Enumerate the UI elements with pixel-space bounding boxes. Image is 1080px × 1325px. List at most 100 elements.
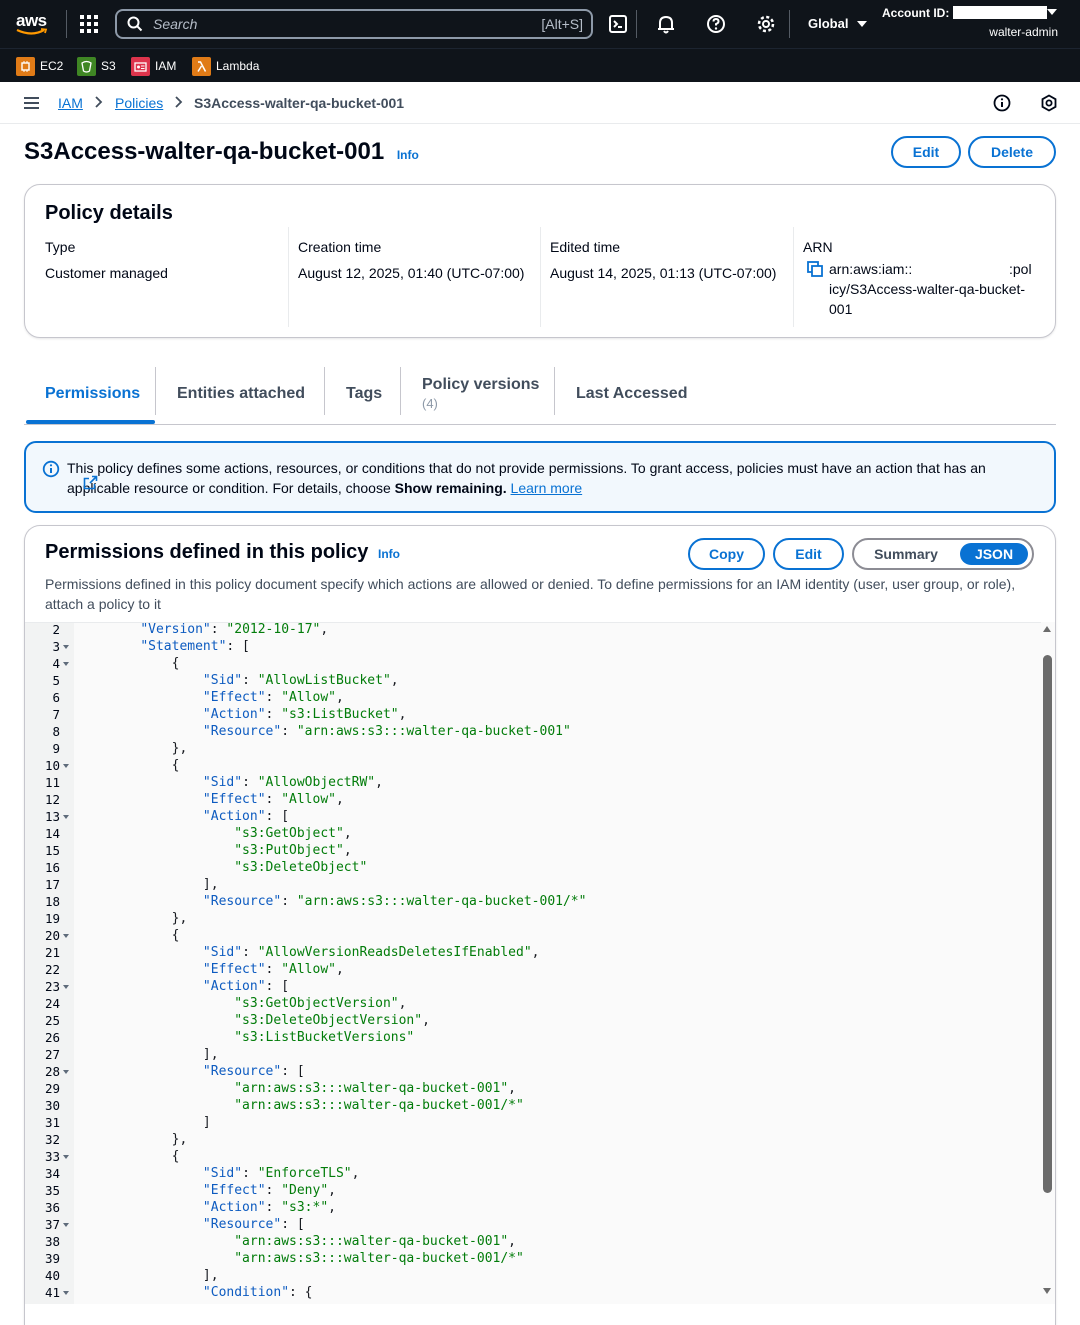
line-number: 37	[44, 1217, 60, 1232]
fold-caret-icon[interactable]	[63, 814, 69, 820]
fold-caret-icon[interactable]	[63, 1154, 69, 1160]
search-placeholder: Search	[153, 16, 198, 32]
tab-label: Policy versions	[422, 376, 540, 393]
breadcrumb-bar: IAM Policies S3Access-walter-qa-bucket-0…	[0, 82, 1080, 124]
view-mode-toggle: Summary JSON	[852, 538, 1034, 570]
favorite-ec2[interactable]: EC2	[16, 56, 63, 76]
region-selector[interactable]: Global	[808, 16, 868, 31]
settings-gear-icon[interactable]	[755, 13, 777, 35]
fold-caret-icon[interactable]	[63, 984, 69, 990]
code-text: "Sid": "AllowListBucket",	[202, 673, 399, 688]
code-text: "Effect": "Allow",	[202, 792, 344, 807]
line-number: 17	[44, 877, 60, 892]
search-box[interactable]: Search [Alt+S]	[115, 9, 593, 39]
line-number: 18	[44, 894, 60, 909]
detail-arn: ARN arn:aws:iam:: :pol icy/S3Access-walt…	[803, 227, 1038, 327]
line-number: 28	[44, 1064, 60, 1079]
arn-suffix: :pol	[1009, 261, 1032, 277]
line-number: 14	[44, 826, 60, 841]
code-text: {	[109, 758, 180, 773]
username[interactable]: walter-admin	[989, 25, 1058, 39]
line-number: 16	[44, 860, 60, 875]
favorite-lambda[interactable]: Lambda	[192, 56, 259, 76]
summary-view-option[interactable]: Summary	[860, 543, 952, 565]
copy-button[interactable]: Copy	[688, 538, 765, 570]
fold-caret-icon[interactable]	[63, 933, 69, 939]
tab-entities-attached[interactable]: Entities attached	[177, 363, 305, 424]
code-text: "s3:ListBucketVersions"	[234, 1030, 415, 1045]
json-view-option[interactable]: JSON	[960, 543, 1028, 565]
line-number: 32	[44, 1132, 60, 1147]
tab-permissions[interactable]: Permissions	[45, 363, 140, 424]
code-line: 12 "Effect": "Allow",	[25, 792, 1035, 809]
code-line: 21 "Sid": "AllowVersionReadsDeletesIfEna…	[25, 945, 1035, 962]
tab-tags[interactable]: Tags	[346, 363, 382, 424]
line-number: 11	[44, 775, 60, 790]
page-title: S3Access-walter-qa-bucket-001 Info	[24, 138, 419, 166]
fold-caret-icon[interactable]	[63, 661, 69, 667]
line-number: 19	[44, 911, 60, 926]
code-text: "Resource": "arn:aws:s3:::walter-qa-buck…	[202, 894, 587, 909]
line-number: 38	[44, 1234, 60, 1249]
security-hexagon-icon[interactable]	[1040, 94, 1058, 112]
code-text: ],	[109, 1268, 219, 1283]
notifications-bell-icon[interactable]	[655, 13, 677, 35]
code-text: {	[109, 928, 180, 943]
aws-logo[interactable]: aws	[16, 9, 50, 39]
services-menu-icon[interactable]	[80, 15, 98, 33]
code-text: "Effect": "Allow",	[202, 690, 344, 705]
nav-divider	[636, 10, 637, 38]
fold-caret-icon[interactable]	[63, 1069, 69, 1075]
favorite-s3[interactable]: S3	[77, 56, 116, 76]
line-number: 41	[44, 1285, 60, 1300]
scroll-down-arrow-icon[interactable]	[1043, 1288, 1051, 1294]
fold-caret-icon[interactable]	[63, 763, 69, 769]
line-number: 7	[52, 707, 60, 722]
breadcrumb-iam[interactable]: IAM	[58, 95, 83, 111]
learn-more-link[interactable]: Learn more	[511, 480, 583, 496]
code-text: "Sid": "AllowObjectRW",	[202, 775, 383, 790]
delete-policy-button[interactable]: Delete	[968, 136, 1056, 168]
breadcrumb-policies[interactable]: Policies	[115, 95, 163, 111]
caret-down-icon[interactable]	[1047, 9, 1057, 16]
arn-line: icy/S3Access-walter-qa-bucket-	[829, 281, 1026, 297]
editor-scrollbar-thumb[interactable]	[1043, 655, 1052, 1193]
cloudshell-icon[interactable]	[607, 13, 629, 35]
line-number: 22	[44, 962, 60, 977]
code-line: 5 "Sid": "AllowListBucket",	[25, 673, 1035, 690]
tab-last-accessed[interactable]: Last Accessed	[576, 363, 687, 424]
copy-arn-icon[interactable]	[807, 261, 823, 277]
tab-policy-versions[interactable]: Policy versions (4)	[422, 363, 539, 424]
column-divider	[793, 227, 794, 327]
code-text: "Action": [	[202, 809, 290, 824]
info-link[interactable]: Info	[378, 547, 400, 561]
favorite-iam[interactable]: IAM	[131, 56, 176, 76]
chevron-right-icon	[175, 96, 183, 108]
line-number: 20	[44, 928, 60, 943]
info-alert: This policy defines some actions, resour…	[24, 441, 1056, 513]
code-text: "Action": [	[202, 979, 290, 994]
json-policy-editor[interactable]: 2 "Version": "2012-10-17", 3 "Statement":…	[25, 622, 1055, 1304]
page-title-text: S3Access-walter-qa-bucket-001	[24, 138, 385, 165]
code-line: 19 },	[25, 911, 1035, 928]
edit-policy-button[interactable]: Edit	[891, 136, 961, 168]
account-menu[interactable]: Account ID:	[882, 6, 1048, 20]
scroll-up-arrow-icon[interactable]	[1043, 626, 1051, 632]
line-number: 25	[44, 1013, 60, 1028]
info-link[interactable]: Info	[397, 148, 419, 162]
code-text: ]	[109, 1115, 211, 1130]
external-link-icon[interactable]	[83, 475, 98, 490]
info-circle-icon[interactable]	[993, 94, 1011, 112]
code-text: },	[109, 1132, 188, 1147]
code-line: 37 "Resource": [	[25, 1217, 1035, 1234]
edit-permissions-button[interactable]: Edit	[773, 538, 844, 570]
caret-down-icon	[857, 21, 868, 27]
help-icon[interactable]	[705, 13, 727, 35]
code-line: 6 "Effect": "Allow",	[25, 690, 1035, 707]
fold-caret-icon[interactable]	[63, 1290, 69, 1296]
fold-caret-icon[interactable]	[63, 1222, 69, 1228]
fold-caret-icon[interactable]	[63, 644, 69, 650]
code-text: "s3:GetObjectVersion",	[234, 996, 407, 1011]
side-navigation-menu-icon[interactable]	[24, 97, 39, 109]
tab-count: (4)	[422, 396, 438, 411]
